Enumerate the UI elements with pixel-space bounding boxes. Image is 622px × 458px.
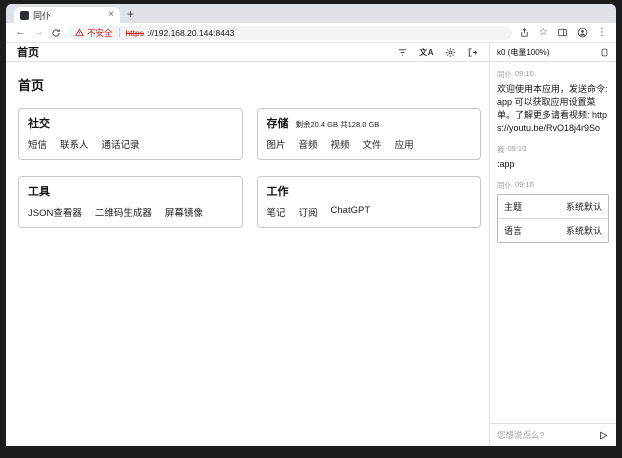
link-qrcode-generator[interactable]: 二维码生成器 — [95, 205, 152, 219]
page-content: 首页 社交 短信 联系人 通话记录 存储 — [6, 62, 616, 446]
settings-gear-icon[interactable] — [445, 47, 456, 58]
card-title: 工作 — [267, 183, 289, 199]
message-sender: 同仆 — [497, 69, 512, 80]
chat-panel: 同仆 09:10 欢迎使用本应用，发送命令:app 可以获取应用设置菜单。了解更… — [489, 62, 616, 446]
tab-favicon-icon — [20, 11, 29, 20]
link-call-log[interactable]: 通话记录 — [102, 137, 140, 151]
settings-menu: 主题 系统默认 语言 系统默认 — [497, 194, 609, 243]
storage-capacity: 剩余20.4 GB 共128.0 GB — [296, 119, 380, 130]
chat-message: 同仆 09:10 欢迎使用本应用，发送命令:app 可以获取应用设置菜单。了解更… — [497, 69, 609, 135]
app-header-icons: 文A — [397, 47, 478, 58]
message-text: :app — [497, 158, 609, 171]
card-title: 社交 — [28, 115, 50, 131]
setting-value: 系统默认 — [566, 224, 602, 237]
card-social: 社交 短信 联系人 通话记录 — [18, 108, 243, 160]
url-field[interactable]: 不安全 https://192.168.20.144:8443 — [68, 26, 512, 40]
web-app: 首页 文A k0 (电量100%) — [6, 43, 616, 446]
warning-icon — [75, 28, 84, 37]
tab-bar: 同仆 × + — [6, 4, 616, 23]
settings-row-language[interactable]: 语言 系统默认 — [498, 218, 608, 242]
link-audio[interactable]: 音频 — [299, 137, 318, 151]
setting-value: 系统默认 — [566, 200, 602, 213]
chat-message: 我 09:10 :app — [497, 144, 609, 171]
settings-row-theme[interactable]: 主题 系统默认 — [498, 195, 608, 218]
link-files[interactable]: 文件 — [363, 137, 382, 151]
side-panel-icon[interactable] — [557, 27, 568, 38]
link-screen-mirror[interactable]: 屏幕镜像 — [165, 205, 203, 219]
link-pictures[interactable]: 图片 — [267, 137, 286, 151]
url-text: ://192.168.20.144:8443 — [147, 28, 234, 38]
tab-title: 同仆 — [33, 9, 104, 22]
browser-actions: ☆ ⋮ — [519, 27, 607, 38]
reload-icon[interactable] — [51, 28, 61, 38]
share-icon[interactable] — [519, 27, 530, 38]
logout-icon[interactable] — [467, 47, 478, 58]
profile-avatar-icon[interactable] — [577, 27, 588, 38]
chat-input[interactable] — [497, 430, 593, 440]
translate-icon[interactable]: 文A — [419, 47, 434, 58]
link-contacts[interactable]: 联系人 — [60, 137, 89, 151]
link-chatgpt[interactable]: ChatGPT — [331, 205, 371, 219]
setting-label: 主题 — [504, 200, 522, 213]
device-status: k0 (电量100%) — [497, 47, 549, 58]
card-title: 存储 — [267, 115, 289, 131]
app-header: 首页 文A k0 (电量100%) — [6, 43, 616, 62]
card-tools: 工具 JSON查看器 二维码生成器 屏幕镜像 — [18, 176, 243, 228]
link-json-viewer[interactable]: JSON查看器 — [28, 205, 82, 219]
tab-close-icon[interactable]: × — [108, 10, 114, 20]
address-bar: ← → 不安全 https://192.168.20.144:8443 ☆ ⋮ — [6, 23, 616, 43]
main-heading: 首页 — [18, 75, 481, 94]
message-time: 09:10 — [508, 144, 527, 155]
chat-input-bar — [490, 423, 616, 446]
link-apps[interactable]: 应用 — [395, 137, 414, 151]
message-sender: 同仆 — [497, 180, 512, 191]
app-header-main: 首页 文A — [6, 43, 489, 61]
main-content: 首页 社交 短信 联系人 通话记录 存储 — [6, 62, 489, 446]
link-notes[interactable]: 笔记 — [267, 205, 286, 219]
card-grid: 社交 短信 联系人 通话记录 存储 剩余20.4 GB 共128.0 GB — [18, 108, 481, 228]
new-tab-button[interactable]: + — [127, 8, 134, 20]
card-work: 工作 笔记 订阅 ChatGPT — [257, 176, 482, 228]
bookmark-star-icon[interactable]: ☆ — [539, 28, 548, 38]
chat-header: k0 (电量100%) — [489, 43, 616, 61]
message-sender: 我 — [497, 144, 505, 155]
browser-menu-icon[interactable]: ⋮ — [597, 28, 607, 38]
card-title: 工具 — [28, 183, 50, 199]
omnibox-divider — [119, 28, 120, 37]
link-subscriptions[interactable]: 订阅 — [299, 205, 318, 219]
forward-icon[interactable]: → — [33, 27, 44, 38]
setting-label: 语言 — [504, 224, 522, 237]
chat-message: 同仆 09:10 主题 系统默认 语言 系统默认 — [497, 180, 609, 243]
link-video[interactable]: 视频 — [331, 137, 350, 151]
chat-messages: 同仆 09:10 欢迎使用本应用，发送命令:app 可以获取应用设置菜单。了解更… — [490, 62, 616, 423]
security-warning-label[interactable]: 不安全 — [87, 27, 113, 39]
url-protocol: https — [126, 28, 144, 38]
card-storage: 存储 剩余20.4 GB 共128.0 GB 图片 音频 视频 文件 应用 — [257, 108, 482, 160]
filter-icon[interactable] — [397, 47, 408, 58]
browser-window: 同仆 × + ← → 不安全 https://192.168.20.144:84… — [6, 4, 616, 446]
message-time: 09:10 — [515, 180, 534, 191]
browser-tab[interactable]: 同仆 × — [14, 7, 120, 23]
message-text: 欢迎使用本应用，发送命令:app 可以获取应用设置菜单。了解更多请看视频: ht… — [497, 83, 609, 135]
message-time: 09:10 — [515, 69, 534, 80]
phone-screen-icon[interactable] — [600, 47, 609, 58]
back-icon[interactable]: ← — [15, 27, 26, 38]
page-title: 首页 — [17, 44, 39, 60]
link-sms[interactable]: 短信 — [28, 137, 47, 151]
send-icon[interactable] — [598, 430, 609, 441]
